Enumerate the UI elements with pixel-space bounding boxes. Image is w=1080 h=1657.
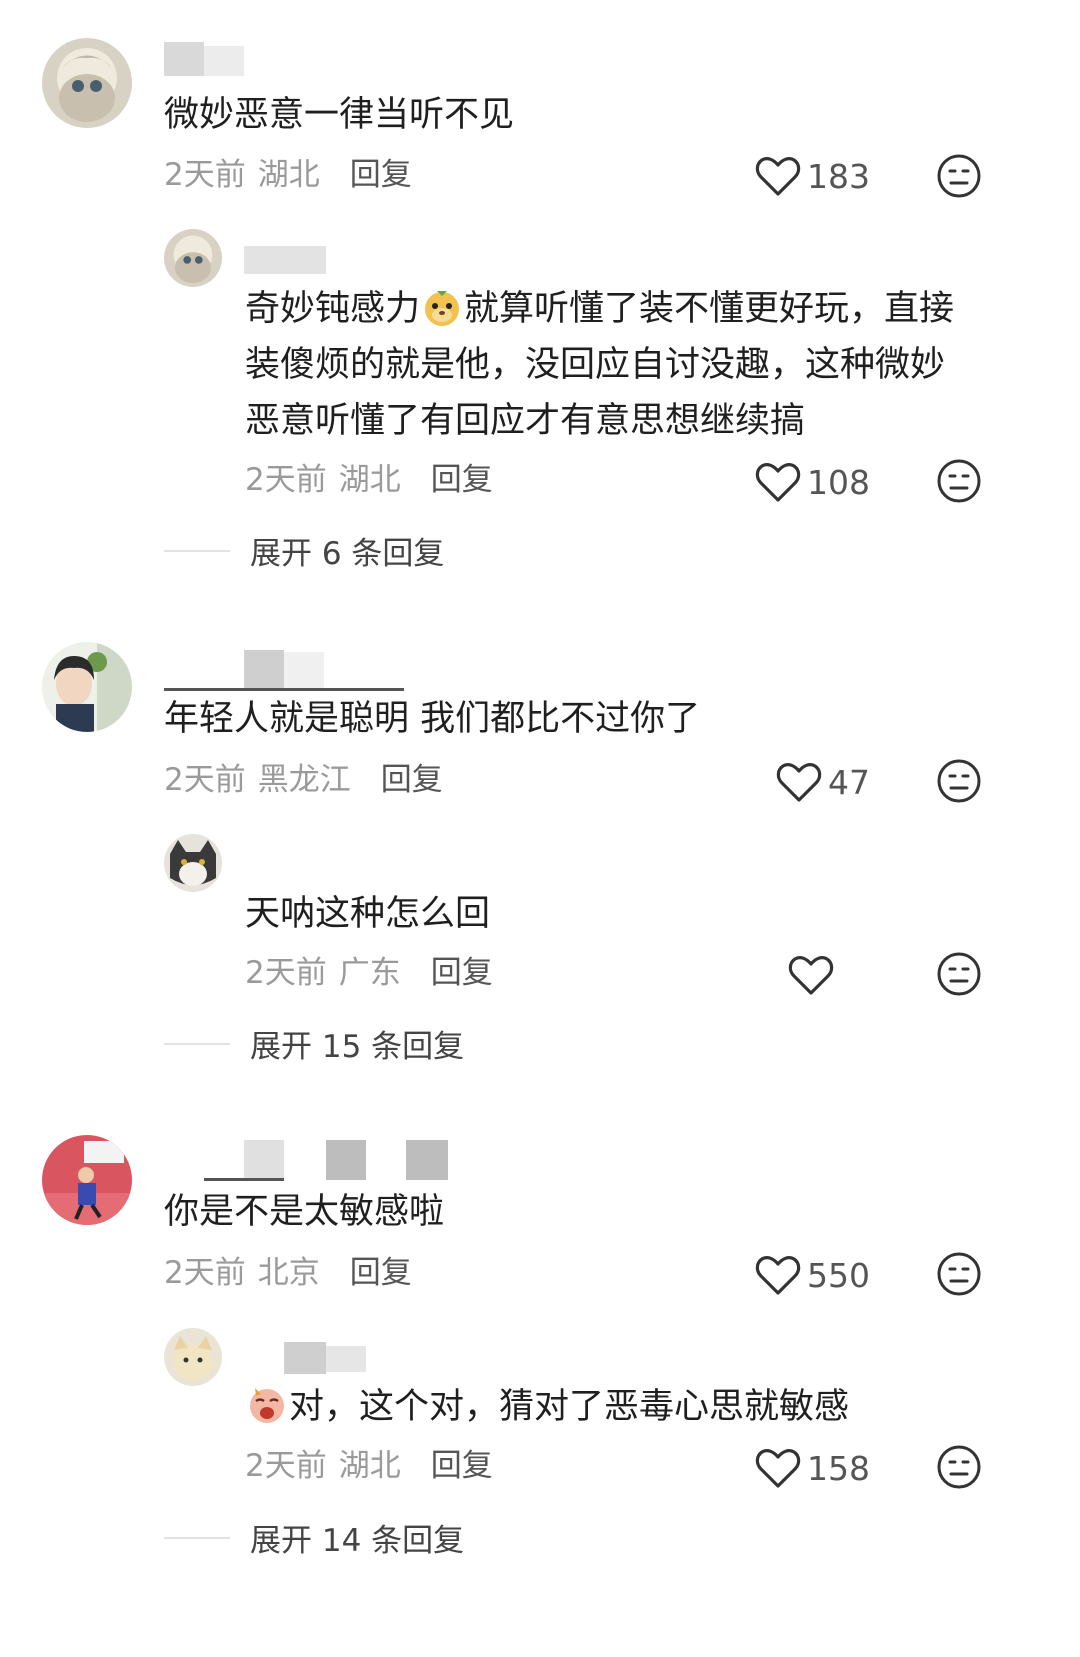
reply-text: 奇妙钝感力 就算听懂了装不懂更好玩，直接 xyxy=(245,280,954,339)
reply-text-line-2: 装傻烦的就是他，没回应自讨没趣，这种微妙 xyxy=(245,345,946,385)
reply-meta: 2天前 湖北 回复 xyxy=(245,1446,493,1486)
dislike-button[interactable] xyxy=(936,1444,982,1490)
reply-time: 2天前 xyxy=(245,1448,327,1484)
reply-meta: 2天前 广东 回复 xyxy=(245,953,493,993)
comment-text: 年轻人就是聪明 我们都比不过你了 xyxy=(164,699,701,739)
expand-replies-label: 展开 6 条回复 xyxy=(250,536,445,572)
username-redacted[interactable] xyxy=(164,650,404,691)
doge-emoji xyxy=(422,287,462,327)
neutral-face-icon xyxy=(937,459,981,503)
heart-outline-icon xyxy=(776,763,822,802)
reply-time: 2天前 xyxy=(245,462,327,498)
expand-replies-label: 展开 14 条回复 xyxy=(250,1523,465,1559)
heart-outline-icon xyxy=(788,956,834,995)
like-button[interactable] xyxy=(650,951,840,999)
like-count: 550 xyxy=(807,1255,870,1295)
reply-button[interactable]: 回复 xyxy=(431,955,493,991)
reply-button[interactable]: 回复 xyxy=(431,462,493,498)
like-button[interactable]: 183 xyxy=(680,152,870,200)
neutral-face-icon xyxy=(937,952,981,996)
username-redacted[interactable] xyxy=(164,1140,454,1181)
comment-time: 2天前 xyxy=(164,1255,246,1291)
expand-replies-label: 展开 15 条回复 xyxy=(250,1029,465,1065)
reply-text-line-1: 就算听懂了装不懂更好玩，直接 xyxy=(464,289,955,329)
reply-button[interactable]: 回复 xyxy=(431,1448,493,1484)
dislike-button[interactable] xyxy=(936,458,982,504)
reply-button[interactable]: 回复 xyxy=(381,762,443,798)
neutral-face-icon xyxy=(937,1445,981,1489)
reply-location: 湖北 xyxy=(338,1448,401,1484)
comment-text: 微妙恶意一律当听不见 xyxy=(164,95,515,135)
neutral-face-icon xyxy=(937,1252,981,1296)
like-button[interactable]: 550 xyxy=(680,1251,870,1299)
reply-location: 广东 xyxy=(338,955,401,991)
like-button[interactable]: 158 xyxy=(680,1444,870,1492)
reply-meta: 2天前 湖北 回复 xyxy=(245,460,493,500)
reply-avatar[interactable] xyxy=(164,229,222,287)
comment-location: 黑龙江 xyxy=(257,762,351,798)
like-button[interactable]: 47 xyxy=(680,758,870,806)
divider xyxy=(164,549,230,552)
reply-avatar[interactable] xyxy=(164,834,222,892)
crying-emoji xyxy=(247,1385,287,1425)
neutral-face-icon xyxy=(937,759,981,803)
avatar[interactable] xyxy=(42,642,132,732)
dislike-button[interactable] xyxy=(936,951,982,997)
expand-replies[interactable]: 展开 14 条回复 xyxy=(164,1515,464,1560)
reply-username-redacted[interactable] xyxy=(244,242,326,280)
username-redacted[interactable] xyxy=(164,42,264,80)
comment-location: 北京 xyxy=(257,1255,320,1291)
like-count: 183 xyxy=(807,156,870,196)
reply-text: 对，这个对，猜对了恶毒心思就敏感 xyxy=(245,1378,849,1437)
reply-text: 天呐这种怎么回 xyxy=(245,894,491,934)
comment-meta: 2天前 北京 回复 xyxy=(164,1253,412,1293)
reply-text-body: 对，这个对，猜对了恶毒心思就敏感 xyxy=(289,1387,850,1427)
heart-outline-icon xyxy=(755,463,801,502)
comment-text: 你是不是太敏感啦 xyxy=(164,1192,445,1232)
expand-replies[interactable]: 展开 15 条回复 xyxy=(164,1021,464,1066)
reply-avatar[interactable] xyxy=(164,1328,222,1386)
reply-username-redacted[interactable] xyxy=(244,1342,374,1380)
divider xyxy=(164,1536,230,1539)
comment-time: 2天前 xyxy=(164,157,246,193)
like-count: 108 xyxy=(807,462,870,502)
like-button[interactable]: 108 xyxy=(680,458,870,506)
dislike-button[interactable] xyxy=(936,758,982,804)
reply-text-prefix: 奇妙钝感力 xyxy=(245,289,421,329)
reply-text-line-3: 恶意听懂了有回应才有意思想继续搞 xyxy=(245,401,806,441)
reply-location: 湖北 xyxy=(338,462,401,498)
heart-outline-icon xyxy=(755,1449,801,1488)
reply-button[interactable]: 回复 xyxy=(350,157,412,193)
like-count: 47 xyxy=(828,762,870,802)
like-count: 158 xyxy=(807,1448,870,1488)
dislike-button[interactable] xyxy=(936,153,982,199)
divider xyxy=(164,1042,230,1045)
reply-time: 2天前 xyxy=(245,955,327,991)
heart-outline-icon xyxy=(755,1256,801,1295)
reply-button[interactable]: 回复 xyxy=(350,1255,412,1291)
heart-outline-icon xyxy=(755,157,801,196)
neutral-face-icon xyxy=(937,154,981,198)
expand-replies[interactable]: 展开 6 条回复 xyxy=(164,528,444,573)
comment-meta: 2天前 黑龙江 回复 xyxy=(164,760,443,800)
comment-meta: 2天前 湖北 回复 xyxy=(164,155,412,195)
avatar[interactable] xyxy=(42,1135,132,1225)
avatar[interactable] xyxy=(42,38,132,128)
comment-location: 湖北 xyxy=(257,157,320,193)
comment-time: 2天前 xyxy=(164,762,246,798)
dislike-button[interactable] xyxy=(936,1251,982,1297)
